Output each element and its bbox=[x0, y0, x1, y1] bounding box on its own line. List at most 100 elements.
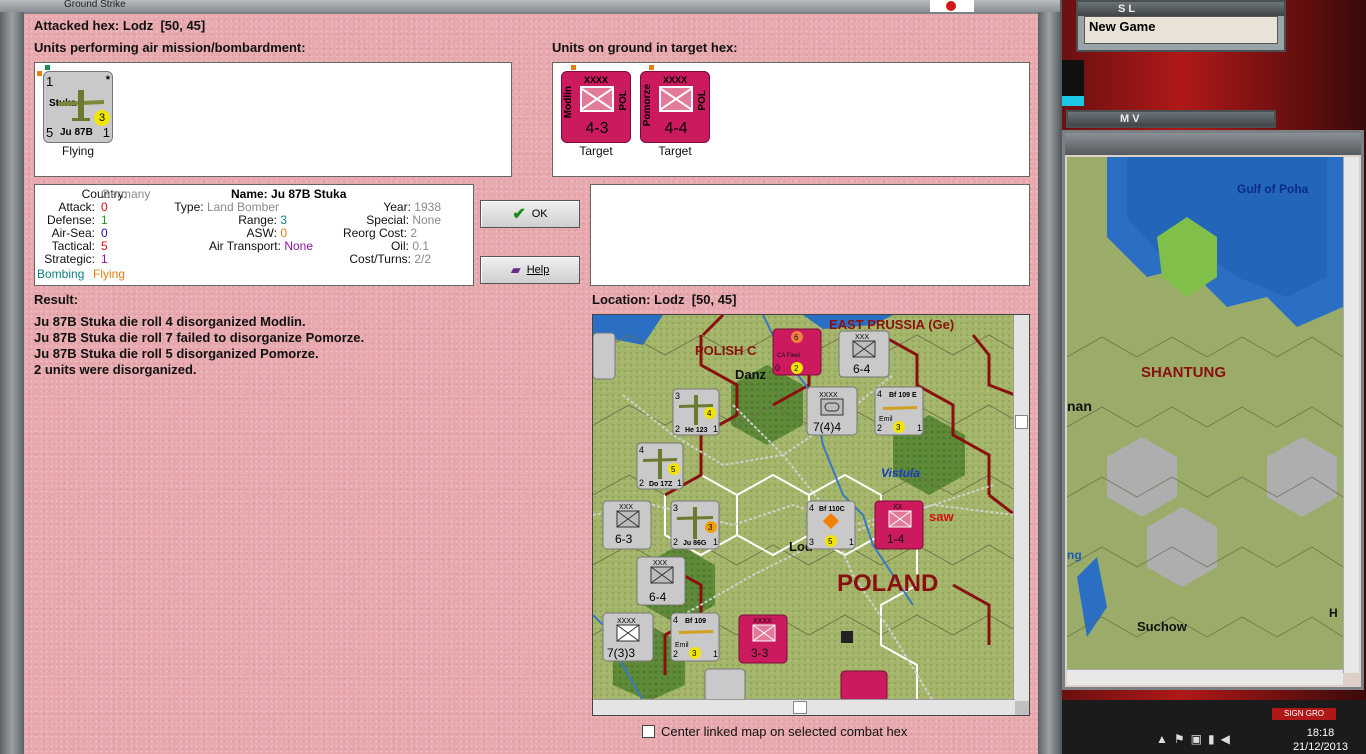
svg-text:He 123: He 123 bbox=[685, 427, 708, 434]
result-line: 2 units were disorganized. bbox=[34, 362, 197, 377]
svg-text:XXXX: XXXX bbox=[617, 618, 636, 625]
svg-text:7(4)4: 7(4)4 bbox=[813, 420, 841, 434]
unit-status-marker bbox=[45, 65, 50, 70]
armor-counter[interactable]: XXXX 7(4)4 bbox=[806, 386, 858, 436]
flying-tag: Flying bbox=[93, 267, 126, 281]
polish-unit-partial[interactable] bbox=[840, 670, 888, 701]
panel-mv: M V bbox=[1066, 110, 1276, 128]
book-icon: ▰ bbox=[510, 262, 521, 277]
linked-map[interactable]: Gulf of Poha SHANTUNG nan Suchow ng H bbox=[1067, 157, 1343, 673]
svg-text:6-4: 6-4 bbox=[649, 590, 667, 604]
unit-status-marker bbox=[649, 65, 654, 70]
location-heading: Location: Lodz [50, 45] bbox=[592, 292, 737, 307]
svg-text:2: 2 bbox=[794, 364, 799, 373]
center-map-checkbox[interactable]: Center linked map on selected combat hex bbox=[642, 724, 907, 739]
combat-map-hscroll[interactable] bbox=[593, 699, 1015, 715]
new-game-label[interactable]: New Game bbox=[1085, 17, 1277, 36]
linked-map-window: Gulf of Poha SHANTUNG nan Suchow ng H bbox=[1062, 130, 1364, 690]
info-box bbox=[590, 184, 1030, 286]
warsaw-label: saw bbox=[929, 509, 954, 524]
stuka-caption: Flying bbox=[61, 144, 94, 158]
stuka-counter[interactable]: 1 * Stuka 3 5 Ju 87B 1 bbox=[43, 71, 113, 143]
svg-text:XXXX: XXXX bbox=[819, 392, 838, 399]
bf109-counter[interactable]: 4 Bf 109 Emil 2 1 3 bbox=[670, 612, 720, 662]
poland-label: POLAND bbox=[837, 570, 938, 597]
taskbar-tag[interactable]: SIGN GRO bbox=[1272, 708, 1336, 720]
modlin-caption: Target bbox=[579, 144, 613, 158]
he123-counter[interactable]: 3 2 He 123 1 4 bbox=[672, 388, 720, 436]
attack-value: 0 bbox=[101, 200, 108, 214]
infantry-symbol-icon bbox=[580, 86, 614, 112]
unit-name: Name: Ju 87B Stuka bbox=[231, 187, 347, 201]
result-line: Ju 87B Stuka die roll 7 failed to disorg… bbox=[34, 330, 365, 345]
ok-button[interactable]: ✔ OK bbox=[480, 200, 580, 228]
svg-text:3: 3 bbox=[809, 537, 814, 547]
german-unit-partial[interactable] bbox=[704, 668, 746, 701]
armor-counter[interactable]: XXXX 7(3)3 bbox=[602, 612, 654, 662]
dialog-title: Ground Strike bbox=[64, 0, 126, 10]
ground-units-header: Units on ground in target hex: bbox=[552, 40, 738, 55]
svg-text:XXX: XXX bbox=[855, 334, 869, 341]
help-button[interactable]: ▰ Help bbox=[480, 256, 580, 284]
svg-text:1: 1 bbox=[713, 649, 718, 659]
right-frame bbox=[1038, 12, 1060, 754]
combat-map[interactable]: EAST PRUSSIA (Ge) POLISH C Danz Vistula … bbox=[592, 314, 1030, 716]
stuka-badge: 3 bbox=[94, 110, 110, 126]
air-units-header: Units performing air mission/bombardment… bbox=[34, 40, 306, 55]
dialog-titlebar[interactable]: Ground Strike bbox=[0, 0, 1060, 12]
svg-text:1: 1 bbox=[917, 423, 922, 433]
ju86g-counter[interactable]: 3 2 Ju 86G 1 3 bbox=[670, 500, 720, 550]
svg-text:4: 4 bbox=[673, 615, 678, 625]
nan-label: nan bbox=[1067, 398, 1092, 414]
svg-text:3: 3 bbox=[896, 423, 901, 432]
tactical-value: 5 bbox=[101, 239, 108, 253]
japan-flag-icon bbox=[930, 0, 974, 12]
german-unit-edge[interactable] bbox=[593, 332, 616, 380]
checkmark-icon: ✔ bbox=[512, 206, 526, 223]
svg-text:6-3: 6-3 bbox=[615, 532, 633, 546]
iii-infantry-counter[interactable]: XXX 6-4 bbox=[636, 556, 686, 606]
iii-infantry-counter[interactable]: XXX 6-4 bbox=[838, 330, 890, 378]
svg-text:1: 1 bbox=[849, 537, 854, 547]
polish-infantry-counter[interactable]: XXXX 3-3 bbox=[738, 614, 788, 664]
svg-text:Bf 109 E: Bf 109 E bbox=[889, 392, 917, 399]
svg-text:XXX: XXX bbox=[653, 560, 667, 567]
svg-text:4: 4 bbox=[707, 409, 712, 418]
xiv-infantry-counter[interactable]: XXX 6-3 bbox=[602, 500, 652, 550]
svg-text:Do 17Z: Do 17Z bbox=[649, 481, 673, 488]
combat-map-vscroll[interactable] bbox=[1013, 315, 1029, 701]
air-units-box: 1 * Stuka 3 5 Ju 87B 1 Flying bbox=[34, 62, 512, 177]
svg-text:6: 6 bbox=[794, 333, 799, 342]
svg-text:Ju 86G: Ju 86G bbox=[683, 540, 707, 547]
defense-value: 1 bbox=[101, 213, 108, 227]
infantry-symbol-icon bbox=[659, 86, 693, 112]
side-bar-cyan bbox=[1062, 60, 1084, 106]
polish-airborne-counter[interactable]: XX 1-4 bbox=[874, 500, 924, 550]
bf109-counter[interactable]: 4 Bf 109 E Emil 2 1 3 bbox=[874, 386, 924, 436]
linked-map-hscroll[interactable] bbox=[1067, 669, 1343, 685]
fortress-marker-icon bbox=[841, 631, 853, 643]
hscroll-thumb[interactable] bbox=[793, 701, 807, 714]
do17z-counter[interactable]: 4 2 Do 17Z 1 5 bbox=[636, 442, 684, 490]
panel-sl: S L New Game bbox=[1076, 0, 1286, 52]
pomorze-counter[interactable]: XXXX Pomorze POL 4-4 bbox=[640, 71, 710, 143]
bf110c-counter[interactable]: 4 Bf 110C 3 1 5 bbox=[806, 500, 856, 550]
svg-text:3: 3 bbox=[708, 523, 713, 532]
danzig-label: Danz bbox=[735, 367, 767, 382]
svg-text:1-4: 1-4 bbox=[887, 532, 905, 546]
modlin-counter[interactable]: XXXX Modlin POL 4-3 bbox=[561, 71, 631, 143]
svg-text:4: 4 bbox=[877, 389, 882, 399]
attacked-hex-heading: Attacked hex: Lodz [50, 45] bbox=[34, 18, 206, 33]
center-map-checkbox-box[interactable] bbox=[642, 725, 655, 738]
clock[interactable]: 18:18 21/12/2013 bbox=[1293, 726, 1348, 754]
unit-status-marker bbox=[571, 65, 576, 70]
svg-text:6-4: 6-4 bbox=[853, 362, 871, 376]
pomorze-caption: Target bbox=[658, 144, 692, 158]
linked-map-graphic: Gulf of Poha SHANTUNG nan Suchow ng H bbox=[1067, 157, 1343, 673]
linked-map-vscroll[interactable] bbox=[1343, 157, 1359, 673]
tray-icons[interactable]: ▲⚑▣▮◀ bbox=[1156, 732, 1236, 746]
svg-text:3-3: 3-3 bbox=[751, 646, 769, 660]
polish-fleet-counter[interactable]: 6 CA Fleet 0 2 bbox=[772, 328, 822, 376]
ng-label: ng bbox=[1067, 548, 1082, 562]
vscroll-thumb[interactable] bbox=[1015, 415, 1028, 429]
